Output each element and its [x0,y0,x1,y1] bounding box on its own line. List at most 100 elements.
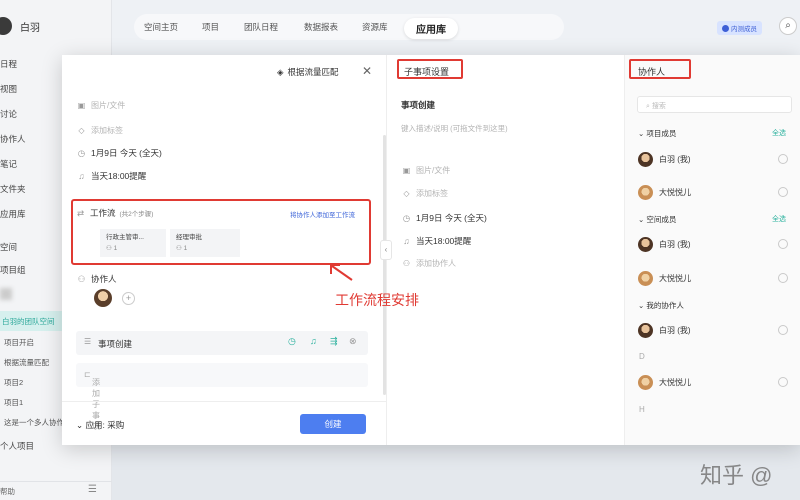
avatar [638,271,653,286]
group-header[interactable]: ⌄ 我的协作人 [638,300,684,311]
member-item[interactable]: 大悦悦儿 [638,271,691,286]
clock-icon: ◷ [77,147,86,158]
sidebar-item-notes[interactable]: 笔记 [0,158,17,170]
annotation-arrow [330,264,353,281]
avatar [638,152,653,167]
watermark: 知乎 @ [700,463,773,488]
reminder-field[interactable]: ♫ 当天18:00提醒 [76,170,146,182]
reminder-field[interactable]: ♫ 当天18:00提醒 [401,235,471,247]
sidebar-project[interactable]: 这是一个多人协作 [4,417,64,428]
user-icon: ⚇ [402,259,411,268]
avatar[interactable] [94,289,112,307]
attach-file-field[interactable]: ▣ 图片/文件 [76,100,126,111]
avatar [638,375,653,390]
sidebar-item-discussion[interactable]: 讨论 [0,108,17,120]
add-subtask-input[interactable]: ⊏ 添加子事项 [76,363,368,431]
member-item[interactable]: 白羽 (我) [638,237,691,252]
sidebar-item-schedule[interactable]: 日程 [0,58,17,70]
add-tag-field[interactable]: ◇ 添加标签 [401,188,448,199]
collaborator-panel: 协作人 ⌕ 搜索 ⌄ 项目成员 全选 白羽 (我) 大悦悦儿 ⌄ 空间成员 全选… [625,55,800,445]
sidebar-item-folder[interactable]: 文件夹 [0,183,26,195]
add-to-workflow-link[interactable]: 将协作人添加至工作流 [290,209,355,219]
date-field[interactable]: ◷ 1月9日 今天 (全天) [76,147,162,159]
search-input[interactable]: ⌕ 搜索 [637,96,792,113]
modal-footer: ⌄ 应用: 采购 创建 [62,401,387,445]
member-radio[interactable] [778,187,788,197]
help-link[interactable]: 帮助 [0,486,15,497]
project-selector[interactable]: ◈ 根据流量匹配 [277,66,339,78]
sidebar-project[interactable]: 项目1 [4,397,23,408]
tab-app-library[interactable]: 应用库 [404,18,458,39]
create-button[interactable]: 创建 [300,414,366,434]
tag-icon: ◇ [78,126,85,135]
bell-icon[interactable]: ♫ [310,336,317,346]
add-collaborator-field[interactable]: ⚇ 添加协作人 [401,258,456,269]
sidebar-project[interactable]: 项目2 [4,377,23,388]
alpha-index: H [639,405,645,414]
user-profile[interactable]: 白羽 [0,17,40,35]
sidebar-project[interactable]: 项目开启 [4,337,34,348]
tab-project[interactable]: 项目 [202,21,219,33]
app-selector[interactable]: ⌄ 应用: 采购 [76,419,124,431]
subtask-settings-panel: ‹ 子事项设置 事项创建 键入描述/说明 (可拖文件到这里) ▣ 图片/文件 ◇ 添… [380,55,625,445]
add-subtask-label: ⊏ 添加子事项 [84,370,100,431]
blurred-avatar [0,288,12,300]
remove-icon[interactable]: ⊗ [349,336,357,347]
chevron-left-icon[interactable]: ‹ [380,240,392,260]
clock-icon: ◷ [402,212,411,223]
workflow-step[interactable]: 行政主管审... ⚇ 1 [100,229,166,257]
tab-resource-library[interactable]: 资源库 [362,21,388,33]
date-field[interactable]: ◷ 1月9日 今天 (全天) [401,212,487,224]
member-item[interactable]: 大悦悦儿 [638,375,691,390]
avatar [638,323,653,338]
sidebar-item-collaborators[interactable]: 协作人 [0,133,26,145]
bell-icon: ♫ [78,171,85,181]
member-radio[interactable] [778,273,788,283]
group-header[interactable]: ⌄ 空间成员 [638,214,676,225]
close-icon[interactable]: ✕ [362,64,372,78]
tab-space-home[interactable]: 空间主页 [144,21,178,33]
member-radio[interactable] [778,325,788,335]
badge-icon [722,24,729,32]
image-icon: ▣ [77,101,86,110]
menu-icon[interactable]: ☰ [88,484,97,495]
subtask-title[interactable]: 事项创建 [401,99,435,111]
image-icon: ▣ [402,166,411,175]
add-collaborator-button[interactable]: + [122,292,135,305]
workflow-step[interactable]: 经理审批 ⚇ 1 [170,229,240,257]
group-header[interactable]: ⌄ 项目成员 [638,128,676,139]
user-icon: ⚇ [77,273,86,284]
attach-file-field[interactable]: ▣ 图片/文件 [401,165,451,176]
sidebar-personal-project[interactable]: 个人项目 [0,440,34,452]
member-radio[interactable] [778,377,788,387]
sidebar-item-app-library[interactable]: 应用库 [0,208,26,220]
sidebar-item-view[interactable]: 视图 [0,83,17,95]
clock-icon[interactable]: ◷ [288,336,296,347]
sidebar-project[interactable]: 根据流量匹配 [4,357,49,368]
top-bar: 空间主页 项目 团队日程 数据报表 资源库 应用库 内测成员 ⌕ [112,0,800,55]
sidebar-item-group[interactable]: 项目组 [0,264,26,276]
scrollbar[interactable] [383,135,386,395]
select-all-link[interactable]: 全选 [772,128,786,138]
highlight-box [397,59,463,79]
collaborator-label: ⚇ 协作人 [77,273,117,285]
member-item[interactable]: 大悦悦儿 [638,185,691,200]
highlight-box [629,59,691,79]
select-all-link[interactable]: 全选 [772,214,786,224]
description-field[interactable]: 键入描述/说明 (可拖文件到这里) [401,123,508,134]
workflow-icon: ⇄ [76,207,85,218]
subtask-item[interactable]: ☰ 事项创建 ◷ ♫ ⇶ ⊗ [76,331,368,355]
tab-team-schedule[interactable]: 团队日程 [244,21,278,33]
tab-bar [134,14,564,40]
member-radio[interactable] [778,239,788,249]
member-item[interactable]: 白羽 (我) [638,152,691,167]
tab-data-report[interactable]: 数据报表 [304,21,338,33]
search-icon[interactable]: ⌕ [779,17,797,35]
add-tag-field[interactable]: ◇ 添加标签 [76,125,123,136]
layers-icon: ◈ [277,66,284,77]
alpha-index: D [639,352,645,361]
member-radio[interactable] [778,154,788,164]
annotation-text: 工作流程安排 [335,292,419,308]
member-item[interactable]: 白羽 (我) [638,323,691,338]
workflow-icon[interactable]: ⇶ [330,336,338,347]
